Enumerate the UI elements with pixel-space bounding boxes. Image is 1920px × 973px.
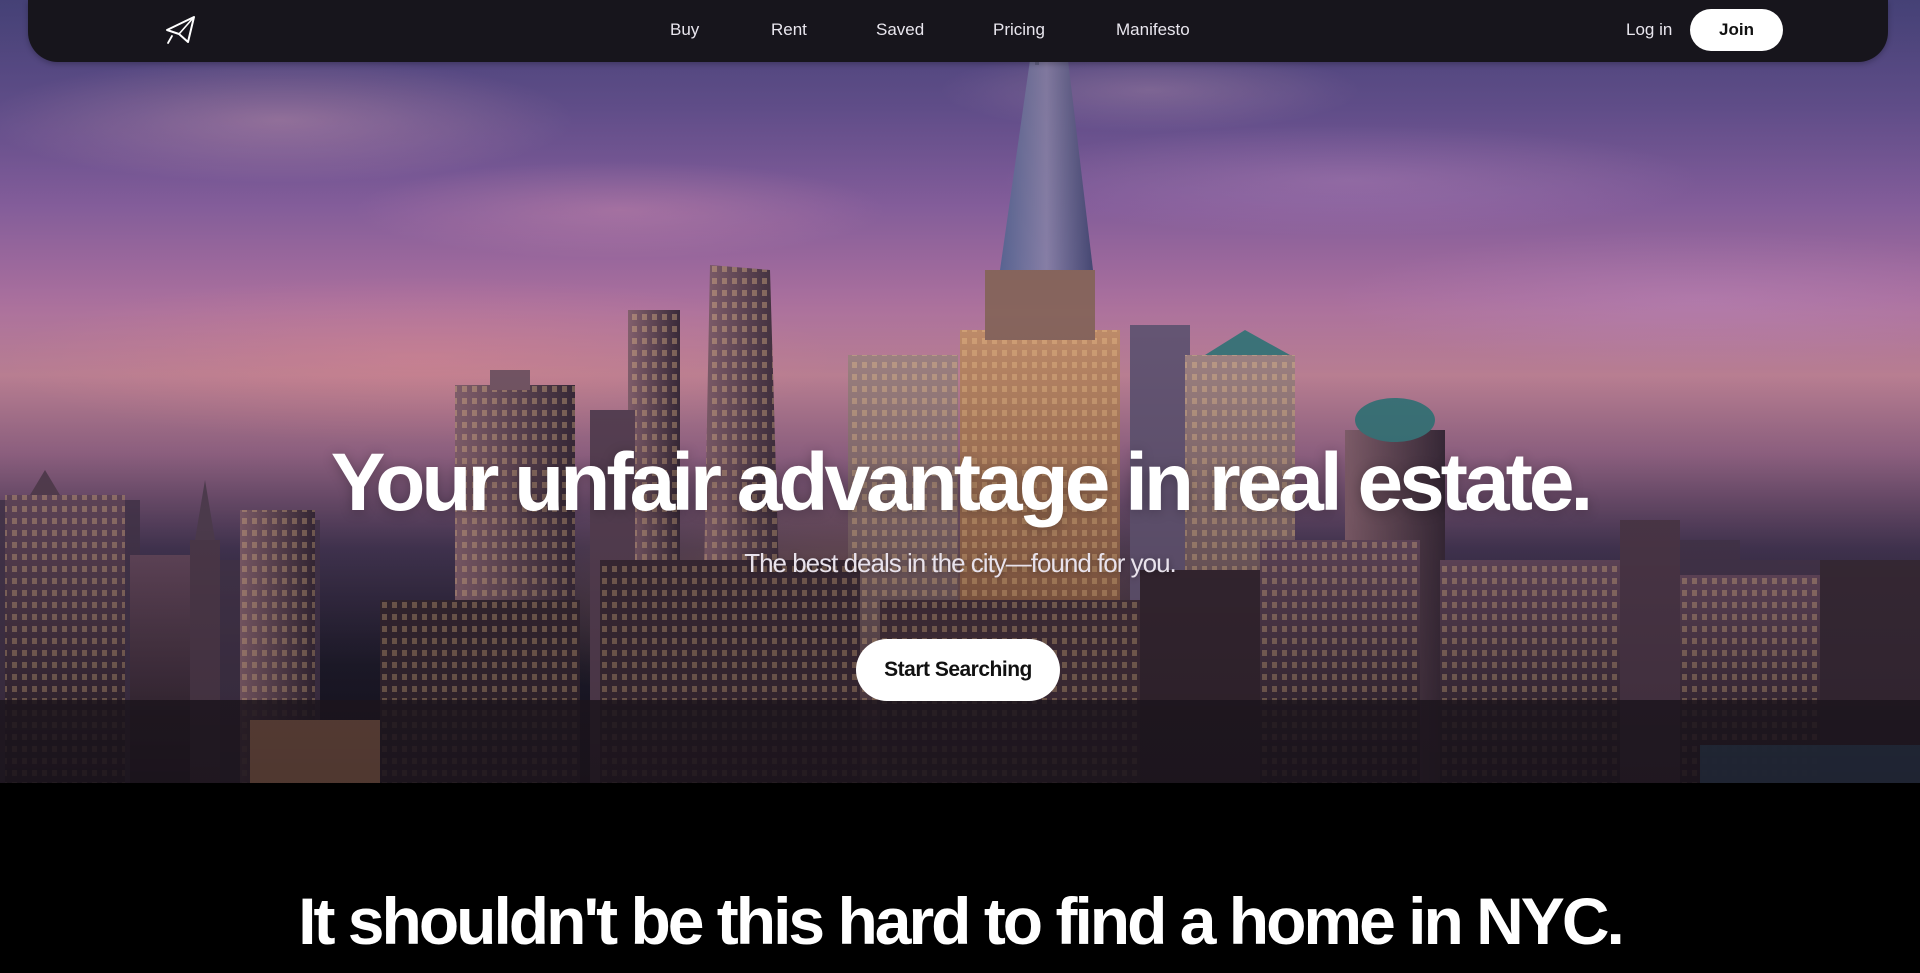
- nav-link-manifesto[interactable]: Manifesto: [1116, 20, 1190, 40]
- join-button[interactable]: Join: [1690, 9, 1783, 51]
- landing-page: Your unfair advantage in real estate. Th…: [0, 0, 1920, 973]
- nav-link-saved[interactable]: Saved: [876, 20, 924, 40]
- hero-subtitle: The best deals in the city—found for you…: [744, 548, 1177, 578]
- nav-links: Buy Rent Saved Pricing Manifesto: [28, 0, 1888, 62]
- login-link[interactable]: Log in: [1626, 20, 1672, 40]
- hero-title: Your unfair advantage in real estate.: [330, 437, 1594, 528]
- nav-link-pricing[interactable]: Pricing: [993, 20, 1045, 40]
- section-heading: It shouldn't be this hard to find a home…: [298, 884, 1625, 958]
- start-searching-button[interactable]: Start Searching: [856, 639, 1060, 701]
- top-navbar: Buy Rent Saved Pricing Manifesto Log in …: [28, 0, 1888, 62]
- nav-link-buy[interactable]: Buy: [670, 20, 699, 40]
- nav-link-rent[interactable]: Rent: [771, 20, 807, 40]
- intro-section: It shouldn't be this hard to find a home…: [0, 783, 1920, 973]
- hero-section: Your unfair advantage in real estate. Th…: [0, 0, 1920, 783]
